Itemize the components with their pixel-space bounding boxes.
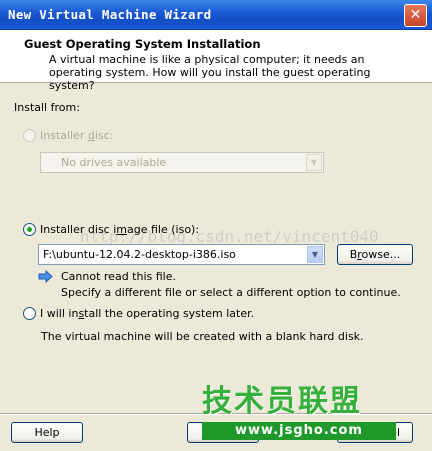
help-button[interactable]: Help [11, 422, 83, 443]
drive-select[interactable]: No drives available ▼ [40, 152, 324, 173]
install-later-description: The virtual machine will be created with… [41, 330, 364, 343]
window-title: New Virtual Machine Wizard [8, 7, 212, 22]
installer-disc-label: Installer disc: [40, 129, 114, 142]
iso-path-select[interactable]: F:\ubuntu-12.04.2-desktop-i386.iso ▼ [38, 244, 325, 265]
page-description: A virtual machine is like a physical com… [49, 53, 371, 92]
title-bar: New Virtual Machine Wizard ✕ [0, 0, 432, 30]
error-message: Cannot read this file. [61, 270, 176, 283]
chevron-down-icon: ▼ [306, 154, 322, 171]
close-button[interactable]: ✕ [404, 4, 427, 27]
iso-radio[interactable] [23, 223, 36, 236]
install-from-label: Install from: [14, 101, 80, 114]
page-title: Guest Operating System Installation [24, 37, 261, 51]
drive-select-value: No drives available [61, 156, 167, 169]
logo-url: www.jsgho.com [202, 422, 396, 440]
arrow-right-icon [38, 270, 53, 283]
install-later-radio[interactable] [23, 307, 36, 320]
installer-disc-radio[interactable] [23, 129, 36, 142]
error-hint: Specify a different file or select a dif… [61, 286, 401, 299]
iso-path-value: F:\ubuntu-12.04.2-desktop-i386.iso [43, 248, 236, 261]
wizard-header: Guest Operating System Installation A vi… [0, 30, 432, 92]
browse-button[interactable]: Browse... [337, 244, 413, 265]
iso-label: Installer disc image file (iso): [40, 223, 200, 236]
chevron-down-icon: ▼ [307, 246, 323, 263]
close-icon: ✕ [409, 7, 422, 23]
install-later-label: I will install the operating system late… [40, 307, 255, 320]
radio-dot [27, 227, 32, 232]
logo-text: 技术员联盟 [202, 384, 362, 419]
site-logo: 技术员联盟 www.jsgho.com [202, 384, 396, 442]
